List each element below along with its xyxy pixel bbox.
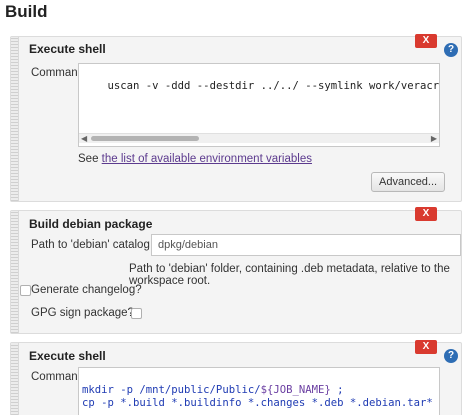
execute-shell-step-2: Execute shell X ? Command mkdir -p /mnt/… bbox=[10, 340, 462, 415]
gpg-sign-checkbox[interactable] bbox=[131, 308, 142, 319]
step-title: Execute shell bbox=[29, 42, 106, 56]
help-icon[interactable]: ? bbox=[444, 349, 458, 363]
drag-handle[interactable] bbox=[11, 37, 19, 201]
drag-handle[interactable] bbox=[11, 211, 19, 333]
path-help-text: Path to 'debian' folder, containing .deb… bbox=[129, 263, 450, 287]
step-title: Execute shell bbox=[29, 349, 106, 363]
step-title: Build debian package bbox=[29, 217, 153, 231]
env-variables-link[interactable]: the list of available environment variab… bbox=[102, 153, 312, 165]
generate-changelog-checkbox[interactable] bbox=[20, 285, 31, 296]
path-label: Path to 'debian' catalog bbox=[31, 239, 150, 251]
env-variables-note: See the list of available environment va… bbox=[78, 153, 312, 165]
delete-step-button[interactable]: X bbox=[415, 340, 437, 354]
horizontal-scrollbar[interactable]: ◀ ▶ bbox=[79, 133, 439, 143]
delete-step-button[interactable]: X bbox=[415, 34, 437, 48]
command-line-1: mkdir -p /mnt/public/Public/${JOB_NAME} … bbox=[82, 384, 344, 396]
build-debian-package-step: Build debian package X Path to 'debian' … bbox=[10, 207, 462, 334]
execute-shell-step-1: Execute shell X ? Command uscan -v -ddd … bbox=[10, 34, 462, 202]
command-line: uscan -v -ddd --destdir ../../ --symlink… bbox=[107, 80, 440, 92]
advanced-button[interactable]: Advanced... bbox=[371, 172, 446, 192]
section-title-build: Build bbox=[5, 2, 48, 21]
help-icon[interactable]: ? bbox=[444, 43, 458, 57]
command-line-2: cp -p *.build *.buildinfo *.changes *.de… bbox=[82, 397, 433, 409]
delete-step-button[interactable]: X bbox=[415, 207, 437, 221]
scroll-left-icon[interactable]: ◀ bbox=[81, 134, 87, 144]
gpg-label: GPG sign package? bbox=[31, 307, 134, 319]
debian-path-input[interactable]: dpkg/debian bbox=[151, 234, 461, 256]
changelog-label: Generate changelog? bbox=[31, 284, 142, 296]
command-label: Command bbox=[31, 67, 85, 79]
command-label: Command bbox=[31, 371, 85, 383]
drag-handle[interactable] bbox=[11, 343, 19, 415]
command-textarea[interactable]: mkdir -p /mnt/public/Public/${JOB_NAME} … bbox=[78, 367, 440, 415]
scroll-thumb[interactable] bbox=[91, 136, 199, 141]
scroll-right-icon[interactable]: ▶ bbox=[431, 134, 437, 144]
